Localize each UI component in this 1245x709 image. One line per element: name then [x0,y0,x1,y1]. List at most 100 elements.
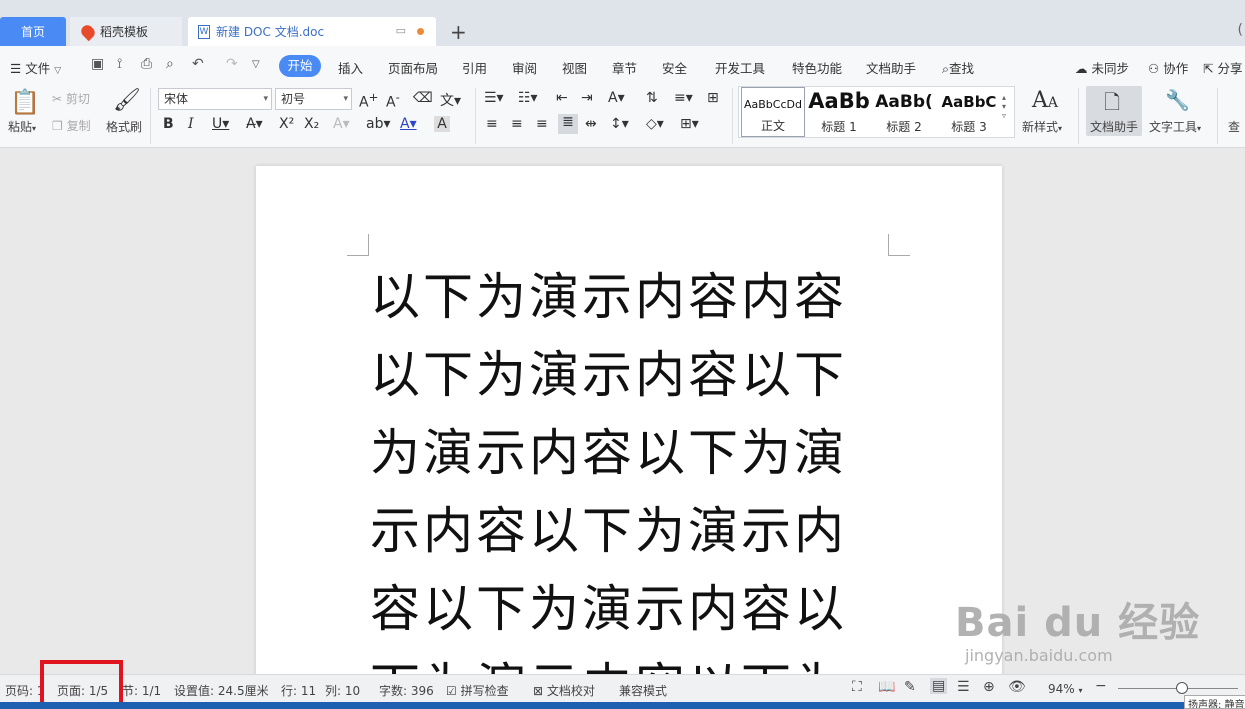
align-right-icon[interactable]: ≡ [536,116,548,132]
spacing-icon[interactable]: ≡▾ [674,90,693,106]
phonetic-icon[interactable]: 文▾ [440,90,461,110]
line-spacing-icon[interactable]: ↕▾ [610,116,629,132]
zoom-slider-handle[interactable] [1176,682,1188,694]
text-effect-icon[interactable]: A▾ [333,116,350,132]
doc-proof-button[interactable]: ⊠ 文档校对 [533,682,595,699]
document-page[interactable]: 以下为演示内容内容 以下为演示内容以下 为演示内容以下为演 示内容以下为演示内 … [256,166,1002,686]
outline-view-icon[interactable]: ☰ [957,679,970,695]
save-icon[interactable]: ▣ [91,56,104,72]
print-preview-icon[interactable]: ⌕ [166,56,174,72]
menu-find[interactable]: ⌕查找 [942,58,974,77]
doc-assistant-icon: 🗋 [1104,90,1121,114]
italic-icon[interactable]: I [188,116,194,132]
border-icon[interactable]: ⊞▾ [680,116,699,132]
style-heading3[interactable]: AaBbC 标题 3 [937,87,1001,137]
tab-daoke-label: 稻壳模板 [100,25,149,39]
clear-format-icon[interactable]: ⌫ [413,90,433,106]
highlight-icon[interactable]: ab▾ [366,116,391,132]
menu-special[interactable]: 特色功能 [792,58,842,77]
find-replace-button[interactable]: 查 [1228,118,1240,135]
menu-references[interactable]: 引用 [462,58,487,77]
sort-icon[interactable]: ⇅ [646,90,658,106]
collaborate-button[interactable]: ⚇ 协作 [1148,58,1188,77]
cut-button[interactable]: ✂ 剪切 [52,90,90,107]
new-style-button[interactable]: 新样式▾ [1022,118,1062,135]
edit-mode-icon[interactable]: ✎ [904,679,916,695]
monitor-icon[interactable]: ▭ [396,24,406,37]
align-left-icon[interactable]: ≡ [486,116,498,132]
bold-icon[interactable]: B [163,116,174,132]
eye-protect-icon[interactable]: 👁 [1008,679,1026,695]
new-style-icon[interactable]: AA [1032,88,1058,113]
menu-review[interactable]: 审阅 [512,58,537,77]
table-icon[interactable]: ⊞ [707,90,719,106]
spell-check-button[interactable]: ☑ 拼写检查 [446,682,509,699]
tab-home[interactable]: 首页 [0,17,66,46]
menu-bar: ☰ 文件 ▽ ▣ ⟟ ⎙ ⌕ ↶ ↷ ▽ 开始 插入 页面布局 引用 审阅 视图… [0,46,1245,84]
paste-button[interactable]: 粘贴▾ [8,118,36,135]
zoom-out-icon[interactable]: − [1095,678,1107,694]
menu-security[interactable]: 安全 [662,58,687,77]
superscript-icon[interactable]: X² [279,116,294,132]
doc-assistant-button[interactable]: 🗋 文档助手 [1086,86,1142,136]
sync-status-label: 未同步 [1091,61,1129,76]
font-color-icon[interactable]: A▾ [400,116,417,132]
menu-doc-assistant[interactable]: 文档助手 [866,58,916,77]
menu-page-layout[interactable]: 页面布局 [388,58,438,77]
subscript-icon[interactable]: X₂ [304,116,319,132]
decrease-font-icon[interactable]: A- [386,90,400,111]
justify-icon[interactable]: ≣ [558,114,578,134]
customize-toolbar-icon[interactable]: ▽ [252,59,260,70]
ribbon-toolbar: 📋 粘贴▾ ✂ 剪切 ❐ 复制 🖌 格式刷 宋体 ▾ 初号 ▾ A+ A- ⌫ 文▾… [0,84,1245,148]
tab-document[interactable]: W 新建 DOC 文档.doc ▭ [188,17,436,46]
menu-start[interactable]: 开始 [279,55,321,77]
document-body[interactable]: 以下为演示内容内容 以下为演示内容以下 为演示内容以下为演 示内容以下为演示内 … [370,258,890,686]
font-name-select[interactable]: 宋体 ▾ [158,88,272,110]
copy-button[interactable]: ❐ 复制 [52,117,91,134]
font-size-select[interactable]: 初号 ▾ [275,88,352,110]
zoom-level[interactable]: 94% ▾ [1048,682,1083,696]
numbered-list-icon[interactable]: ☷▾ [518,90,538,106]
reading-mode-icon[interactable]: 📖 [878,679,895,695]
strikethrough-icon[interactable]: A̶▾ [246,116,263,132]
text-direction-icon[interactable]: A▾ [608,90,625,106]
shading-icon[interactable]: ◇▾ [646,116,664,132]
menu-insert[interactable]: 插入 [338,58,363,77]
undo-icon[interactable]: ↶ [192,56,204,72]
increase-indent-icon[interactable]: ⇥ [581,90,593,106]
status-setting[interactable]: 设置值: 24.5厘米 [174,682,269,699]
decrease-indent-icon[interactable]: ⇤ [556,90,568,106]
bullet-list-icon[interactable]: ☰▾ [484,90,504,106]
format-painter-button[interactable]: 格式刷 [106,118,142,135]
menu-view[interactable]: 视图 [562,58,587,77]
align-center-icon[interactable]: ≡ [511,116,523,132]
fullscreen-icon[interactable]: ⛶ [852,679,862,695]
style-heading1[interactable]: AaBb 标题 1 [807,87,871,137]
status-word-count[interactable]: 字数: 396 [379,682,434,699]
increase-font-icon[interactable]: A+ [359,90,378,111]
status-section[interactable]: 节: 1/1 [122,682,161,699]
sync-status[interactable]: ☁ 未同步 [1075,58,1129,77]
style-normal[interactable]: AaBbCcDd 正文 [741,87,805,137]
char-shading-icon[interactable]: A [434,116,450,132]
underline-icon[interactable]: U▾ [212,116,229,132]
paste-icon[interactable]: 📋 [10,88,40,116]
menu-developer[interactable]: 开发工具 [715,58,765,77]
style-scroll-icon[interactable]: ▴ ▾ ▿ [1002,93,1006,120]
distributed-icon[interactable]: ⇹ [585,116,597,132]
export-pdf-icon[interactable]: ⟟ [117,56,122,72]
status-page-code[interactable]: 页码: 1 [5,682,45,699]
new-tab-button[interactable]: + [450,20,467,44]
file-menu[interactable]: ☰ 文件 ▽ [10,58,61,77]
print-icon[interactable]: ⎙ [141,56,152,72]
tab-daoke-template[interactable]: 稻壳模板 [70,17,182,46]
web-view-icon[interactable]: ⊕ [983,679,995,695]
page-view-icon[interactable]: ▤ [930,678,948,694]
wrench-icon[interactable]: 🔧 [1165,88,1190,112]
redo-icon[interactable]: ↷ [226,56,238,72]
share-button[interactable]: ⇱ 分享 [1203,58,1242,77]
menu-chapter[interactable]: 章节 [612,58,637,77]
text-tools-button[interactable]: 文字工具▾ [1149,118,1201,135]
style-heading2[interactable]: AaBb( 标题 2 [872,87,936,137]
format-painter-icon[interactable]: 🖌 [113,88,141,113]
